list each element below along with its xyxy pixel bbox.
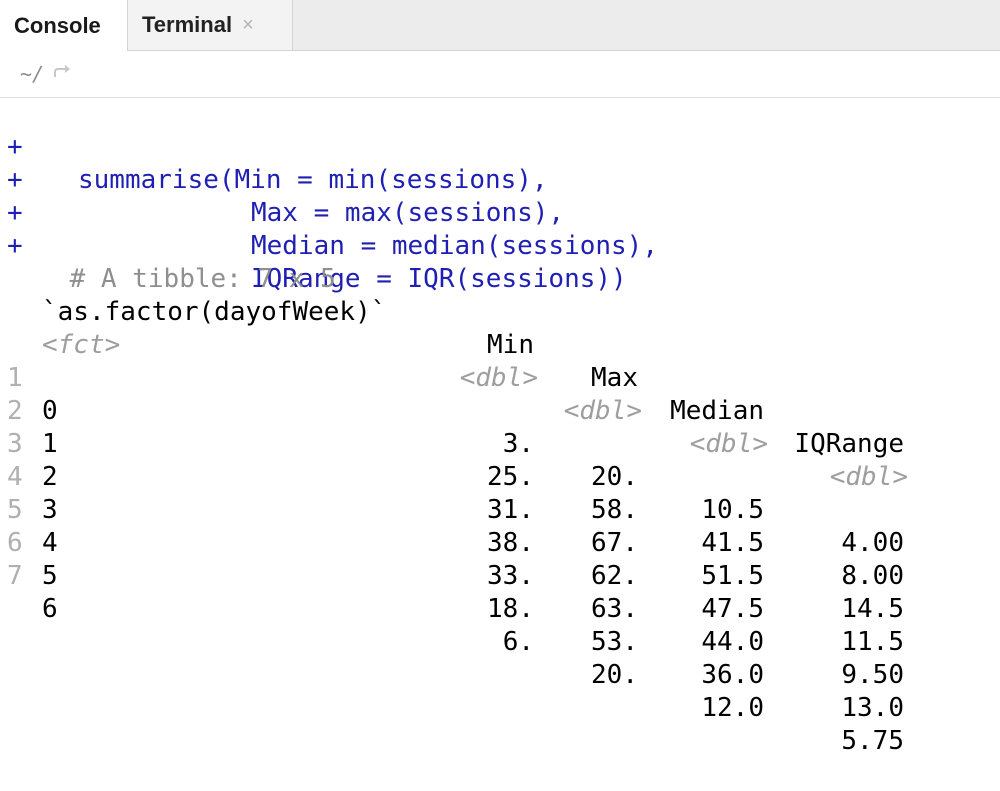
table-row: 1 0 3. 20. 10.5 4.00 bbox=[0, 329, 1000, 558]
table-row: 3 2 31. 67. 51.5 14.5 bbox=[0, 395, 1000, 624]
cell-median: 36.0 bbox=[701, 660, 764, 690]
console-code-line: + Median = median(sessions), bbox=[0, 164, 658, 261]
cell-median: 51.5 bbox=[701, 561, 764, 591]
code-text: Max = max(sessions), bbox=[251, 198, 565, 228]
console-code-line: + IQRange = IQR(sessions)) bbox=[0, 197, 627, 294]
table-row: 7 6 6. 20. 12.0 5.75 bbox=[0, 527, 1000, 756]
cell-iqr: 11.5 bbox=[841, 627, 904, 657]
cell-iqr: 8.00 bbox=[841, 561, 904, 591]
tibble-header-row: `as.factor(dayofWeek)` Min Max Median IQ… bbox=[0, 263, 1000, 459]
goto-directory-icon[interactable] bbox=[52, 62, 74, 86]
table-row: 2 1 25. 58. 41.5 8.00 bbox=[0, 362, 1000, 591]
cell-max: 62. bbox=[591, 561, 638, 591]
console-code-line: + summarise(Min = min(sessions), bbox=[0, 98, 548, 195]
working-directory-path[interactable]: ~/ bbox=[20, 62, 44, 86]
tab-terminal-label: Terminal bbox=[142, 12, 233, 37]
cell-iqr: 14.5 bbox=[841, 594, 904, 624]
cell-max: 20. bbox=[591, 660, 638, 690]
tab-console[interactable]: Console bbox=[0, 0, 128, 51]
tab-console-label: Console bbox=[14, 12, 101, 38]
pane-tab-bar: Console Terminal × bbox=[0, 0, 1000, 51]
cell-iqr: 9.50 bbox=[841, 660, 904, 690]
cell-day: 6 bbox=[42, 594, 58, 624]
console-code-line: + Max = max(sessions), bbox=[0, 131, 564, 228]
cell-median: 47.5 bbox=[701, 594, 764, 624]
code-text: summarise(Min = min(sessions), bbox=[78, 165, 548, 195]
cell-median: 44.0 bbox=[701, 627, 764, 657]
cell-min: 6. bbox=[502, 627, 534, 657]
row-index: 7 bbox=[7, 561, 23, 591]
cell-max: 53. bbox=[591, 627, 638, 657]
console-output[interactable]: + summarise(Min = min(sessions), + Max =… bbox=[0, 98, 1000, 756]
cell-iqr: 5.75 bbox=[841, 726, 904, 756]
tibble-comment: # A tibble: 7 x 5 bbox=[7, 230, 336, 294]
tibble-type-row: <fct> <dbl> <dbl> <dbl> <dbl> bbox=[0, 296, 1000, 492]
table-row: 4 3 38. 62. 47.5 11.5 bbox=[0, 428, 1000, 657]
cell-min: 18. bbox=[487, 594, 534, 624]
cell-max: 63. bbox=[591, 594, 638, 624]
working-directory-bar: ~/ bbox=[0, 51, 1000, 98]
close-icon[interactable]: × bbox=[242, 14, 254, 37]
cell-iqr: 13.0 bbox=[841, 693, 904, 723]
table-row: 6 5 18. 53. 36.0 13.0 bbox=[0, 494, 1000, 723]
tab-terminal[interactable]: Terminal × bbox=[128, 0, 293, 50]
table-row: 5 4 33. 63. 44.0 9.50 bbox=[0, 461, 1000, 690]
cell-min: 33. bbox=[487, 561, 534, 591]
cell-median: 12.0 bbox=[701, 693, 764, 723]
